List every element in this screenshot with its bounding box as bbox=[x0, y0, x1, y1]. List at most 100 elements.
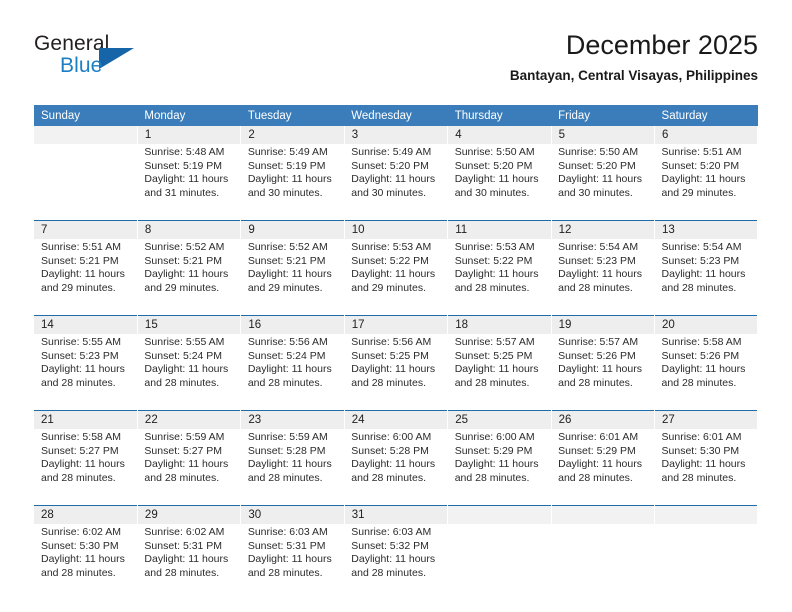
daylight-text-line1: Daylight: 11 hours bbox=[41, 268, 125, 281]
daylight-text-line2: and 28 minutes. bbox=[41, 471, 116, 484]
sunrise-text: Sunrise: 5:54 AM bbox=[661, 241, 742, 253]
sunset-text: Sunset: 5:20 PM bbox=[351, 159, 429, 172]
day-number: 22 bbox=[137, 410, 242, 429]
day-cell: Sunrise: 5:59 AM Sunset: 5:27 PM Dayligh… bbox=[137, 429, 241, 506]
sunrise-text: Sunrise: 5:52 AM bbox=[144, 241, 225, 253]
sunset-text: Sunset: 5:26 PM bbox=[661, 349, 740, 362]
daylight-text-line1: Daylight: 11 hours bbox=[454, 173, 539, 186]
day-cell: Sunrise: 5:48 AM Sunset: 5:19 PM Dayligh… bbox=[137, 144, 241, 221]
weekday-header-wednesday: Wednesday bbox=[344, 105, 448, 126]
daylight-text-line1: Daylight: 11 hours bbox=[661, 458, 746, 471]
day-cell: Sunrise: 5:50 AM Sunset: 5:20 PM Dayligh… bbox=[551, 144, 655, 221]
day-cell: Sunrise: 5:57 AM Sunset: 5:25 PM Dayligh… bbox=[447, 334, 552, 411]
day-detail-row: Sunrise: 5:48 AM Sunset: 5:19 PM Dayligh… bbox=[34, 144, 758, 221]
day-number bbox=[34, 126, 138, 144]
day-number bbox=[551, 505, 656, 524]
sunset-text: Sunset: 5:31 PM bbox=[144, 539, 223, 552]
daylight-text-line1: Daylight: 11 hours bbox=[41, 363, 125, 376]
day-cell: Sunrise: 6:00 AM Sunset: 5:28 PM Dayligh… bbox=[344, 429, 448, 506]
day-cell: Sunrise: 5:54 AM Sunset: 5:23 PM Dayligh… bbox=[551, 239, 655, 316]
day-cell: Sunrise: 5:58 AM Sunset: 5:26 PM Dayligh… bbox=[654, 334, 758, 411]
sunrise-text: Sunrise: 6:02 AM bbox=[144, 526, 225, 538]
day-detail-row: Sunrise: 5:58 AM Sunset: 5:27 PM Dayligh… bbox=[34, 429, 758, 506]
sunrise-text: Sunrise: 6:03 AM bbox=[351, 526, 432, 538]
logo-text-blue: Blue bbox=[60, 54, 103, 77]
day-cell: Sunrise: 5:58 AM Sunset: 5:27 PM Dayligh… bbox=[34, 429, 138, 506]
sunset-text: Sunset: 5:32 PM bbox=[351, 539, 429, 552]
day-detail-row: Sunrise: 5:51 AM Sunset: 5:21 PM Dayligh… bbox=[34, 239, 758, 316]
daylight-text-line2: and 28 minutes. bbox=[454, 376, 530, 389]
daylight-text-line2: and 28 minutes. bbox=[247, 376, 323, 389]
sunset-text: Sunset: 5:20 PM bbox=[558, 159, 636, 172]
sunrise-text: Sunrise: 6:01 AM bbox=[558, 431, 639, 443]
calendar-week-row: 28 29 30 31 Sunrise: 6:02 AM Sunset: 5:3… bbox=[34, 505, 759, 600]
daylight-text-line1: Daylight: 11 hours bbox=[454, 268, 539, 281]
sunrise-text: Sunrise: 5:53 AM bbox=[351, 241, 432, 253]
day-number: 11 bbox=[447, 220, 552, 239]
sunrise-text: Sunrise: 5:56 AM bbox=[351, 336, 432, 348]
day-cell: Sunrise: 5:53 AM Sunset: 5:22 PM Dayligh… bbox=[344, 239, 448, 316]
day-cell bbox=[447, 524, 552, 600]
day-cell: Sunrise: 5:59 AM Sunset: 5:28 PM Dayligh… bbox=[240, 429, 345, 506]
day-cell: Sunrise: 5:57 AM Sunset: 5:26 PM Dayligh… bbox=[551, 334, 655, 411]
daylight-text-line2: and 30 minutes. bbox=[351, 186, 426, 199]
daylight-text-line2: and 28 minutes. bbox=[558, 471, 633, 484]
logo-triangle-icon bbox=[99, 48, 134, 69]
day-cell bbox=[34, 144, 138, 221]
sunset-text: Sunset: 5:23 PM bbox=[558, 254, 636, 267]
day-number: 27 bbox=[654, 410, 759, 429]
day-cell: Sunrise: 5:52 AM Sunset: 5:21 PM Dayligh… bbox=[137, 239, 241, 316]
day-number: 14 bbox=[34, 315, 138, 334]
daylight-text-line2: and 28 minutes. bbox=[144, 566, 220, 579]
day-cell: Sunrise: 6:03 AM Sunset: 5:32 PM Dayligh… bbox=[344, 524, 448, 600]
daylight-text-line1: Daylight: 11 hours bbox=[144, 173, 229, 186]
day-cell: Sunrise: 6:01 AM Sunset: 5:29 PM Dayligh… bbox=[551, 429, 655, 506]
daylight-text-line2: and 30 minutes. bbox=[454, 186, 530, 199]
daylight-text-line1: Daylight: 11 hours bbox=[351, 268, 436, 281]
daylight-text-line2: and 28 minutes. bbox=[454, 281, 530, 294]
day-number-row: 28 29 30 31 bbox=[34, 505, 759, 524]
daylight-text-line1: Daylight: 11 hours bbox=[247, 553, 332, 566]
sunset-text: Sunset: 5:26 PM bbox=[558, 349, 636, 362]
day-cell: Sunrise: 6:03 AM Sunset: 5:31 PM Dayligh… bbox=[240, 524, 345, 600]
sunset-text: Sunset: 5:30 PM bbox=[661, 444, 740, 457]
day-number: 21 bbox=[34, 410, 138, 429]
sunset-text: Sunset: 5:21 PM bbox=[144, 254, 223, 267]
daylight-text-line1: Daylight: 11 hours bbox=[351, 173, 436, 186]
day-number-row: 21 22 23 24 25 26 27 bbox=[34, 410, 759, 429]
daylight-text-line1: Daylight: 11 hours bbox=[41, 458, 125, 471]
day-number: 9 bbox=[240, 220, 345, 239]
sunrise-text: Sunrise: 5:51 AM bbox=[41, 241, 121, 253]
daylight-text-line2: and 29 minutes. bbox=[247, 281, 323, 294]
day-number: 26 bbox=[551, 410, 656, 429]
sunrise-text: Sunrise: 5:50 AM bbox=[558, 146, 639, 158]
page-subtitle: Bantayan, Central Visayas, Philippines bbox=[509, 68, 758, 83]
day-cell: Sunrise: 5:53 AM Sunset: 5:22 PM Dayligh… bbox=[447, 239, 552, 316]
sunrise-text: Sunrise: 5:56 AM bbox=[247, 336, 328, 348]
sunset-text: Sunset: 5:20 PM bbox=[454, 159, 533, 172]
daylight-text-line2: and 29 minutes. bbox=[661, 186, 737, 199]
daylight-text-line1: Daylight: 11 hours bbox=[144, 458, 229, 471]
day-number bbox=[447, 505, 552, 524]
daylight-text-line2: and 28 minutes. bbox=[661, 281, 737, 294]
sunrise-text: Sunrise: 5:50 AM bbox=[454, 146, 535, 158]
sunrise-text: Sunrise: 6:00 AM bbox=[454, 431, 535, 443]
sunset-text: Sunset: 5:25 PM bbox=[351, 349, 429, 362]
sunrise-text: Sunrise: 6:01 AM bbox=[661, 431, 742, 443]
day-number: 13 bbox=[654, 220, 759, 239]
sunset-text: Sunset: 5:25 PM bbox=[454, 349, 533, 362]
daylight-text-line2: and 28 minutes. bbox=[144, 376, 220, 389]
sunset-text: Sunset: 5:23 PM bbox=[41, 349, 119, 362]
sunset-text: Sunset: 5:22 PM bbox=[454, 254, 533, 267]
page-title: December 2025 bbox=[565, 30, 758, 60]
day-number: 19 bbox=[551, 315, 656, 334]
weekday-header-thursday: Thursday bbox=[447, 105, 552, 126]
daylight-text-line2: and 28 minutes. bbox=[661, 471, 737, 484]
day-number: 17 bbox=[344, 315, 449, 334]
day-cell: Sunrise: 6:00 AM Sunset: 5:29 PM Dayligh… bbox=[447, 429, 552, 506]
daylight-text-line1: Daylight: 11 hours bbox=[144, 363, 229, 376]
sunrise-text: Sunrise: 5:49 AM bbox=[351, 146, 432, 158]
sunrise-text: Sunrise: 5:48 AM bbox=[144, 146, 225, 158]
day-number: 10 bbox=[344, 220, 449, 239]
daylight-text-line1: Daylight: 11 hours bbox=[661, 268, 746, 281]
